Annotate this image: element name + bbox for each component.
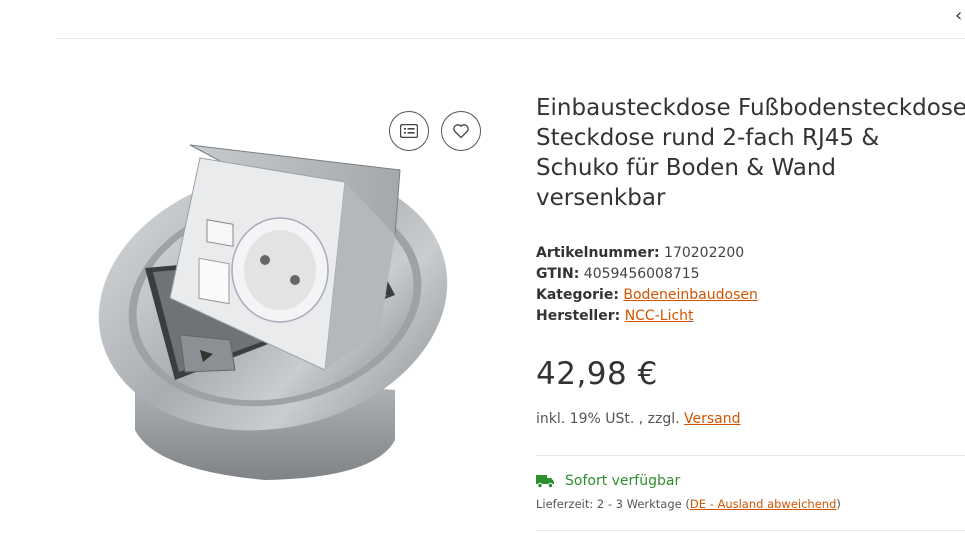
product-price: 42,98 € (536, 356, 658, 392)
gtin-value: 4059456008715 (583, 266, 700, 282)
chevron-left-icon[interactable]: ‹ (955, 6, 962, 26)
gtin-row: GTIN: 4059456008715 (536, 264, 758, 285)
product-title-line: Steckdose rund 2-fach RJ45 & (536, 125, 880, 151)
truck-icon (536, 475, 554, 488)
manufacturer-link[interactable]: NCC-Licht (625, 308, 694, 324)
list-icon (400, 124, 418, 138)
article-number-value: 170202200 (664, 245, 745, 261)
stock-status: Sofort verfügbar (536, 473, 680, 489)
delivery-time: Lieferzeit: 2 - 3 Werktage (DE - Ausland… (536, 497, 841, 511)
tax-text: inkl. 19% USt. , zzgl. (536, 411, 680, 427)
product-meta: Artikelnummer: 170202200 GTIN: 405945600… (536, 243, 758, 327)
gtin-label: GTIN: (536, 266, 580, 282)
article-number-row: Artikelnummer: 170202200 (536, 243, 758, 264)
manufacturer-label: Hersteller: (536, 308, 621, 324)
category-link[interactable]: Bodeneinbaudosen (623, 287, 758, 303)
compare-button[interactable] (389, 111, 429, 151)
product-title: Einbausteckdose Fußbodensteckdose Steckd… (536, 93, 965, 213)
shipping-link[interactable]: Versand (684, 411, 741, 427)
top-divider (56, 38, 965, 39)
product-title-line: Einbausteckdose Fußbodensteckdose (536, 95, 965, 121)
tax-info: inkl. 19% USt. , zzgl. Versand (536, 411, 741, 427)
delivery-paren-close: ) (836, 497, 841, 511)
stock-text: Sofort verfügbar (565, 473, 681, 489)
divider (536, 455, 965, 456)
product-title-line: versenkbar (536, 185, 666, 211)
heart-icon (453, 124, 469, 139)
product-image (98, 144, 448, 480)
article-number-label: Artikelnummer: (536, 245, 660, 261)
delivery-abroad-link[interactable]: DE - Ausland abweichend (690, 497, 837, 511)
delivery-text: Lieferzeit: 2 - 3 Werktage (536, 497, 682, 511)
product-title-line: Schuko für Boden & Wand (536, 155, 836, 181)
manufacturer-row: Hersteller: NCC-Licht (536, 306, 758, 327)
category-label: Kategorie: (536, 287, 619, 303)
category-row: Kategorie: Bodeneinbaudosen (536, 285, 758, 306)
divider (536, 530, 965, 531)
wishlist-button[interactable] (441, 111, 481, 151)
